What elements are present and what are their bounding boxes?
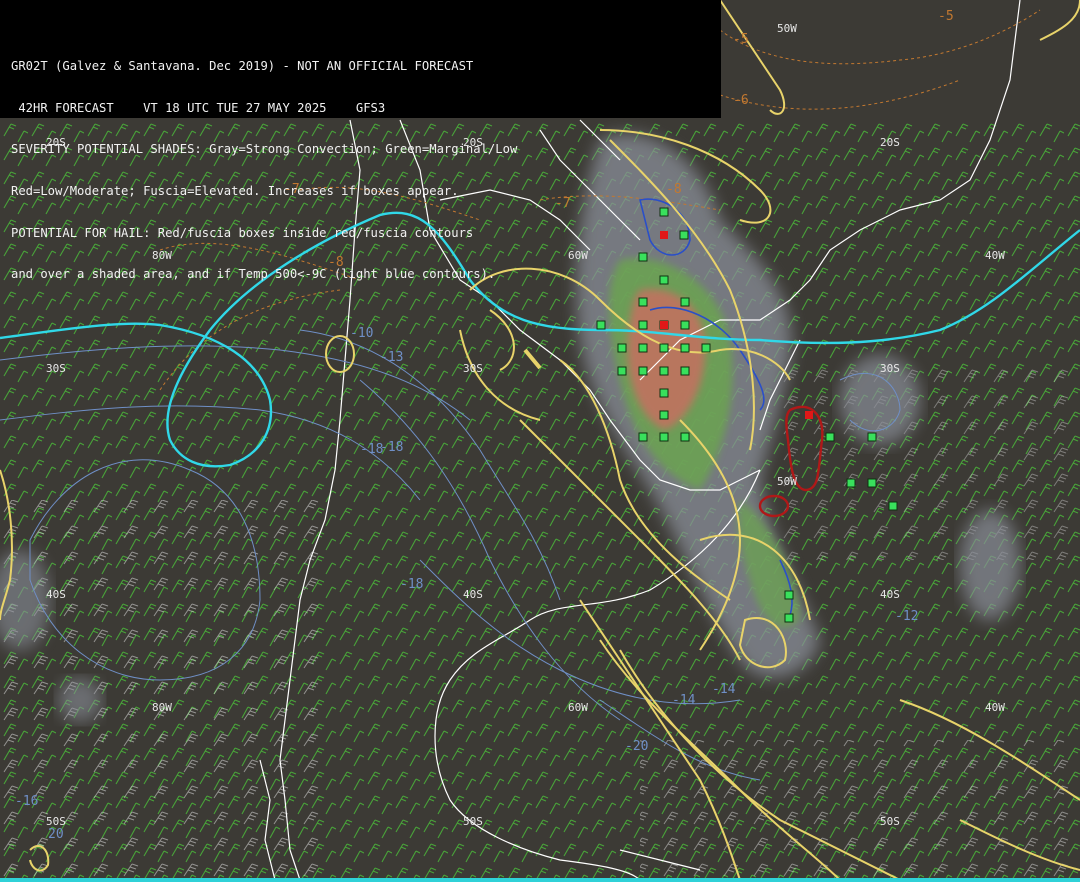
lat-label: 50S — [880, 815, 900, 828]
blue-contour-value: -13 — [380, 350, 403, 365]
hail-box — [638, 297, 648, 307]
hail-box — [825, 432, 835, 442]
blue-contour-value: -18 — [360, 442, 383, 457]
hail-box — [617, 366, 627, 376]
hail-box — [596, 320, 606, 330]
hail-box — [888, 501, 898, 511]
hail-box — [659, 432, 669, 442]
hail-box-red — [660, 321, 668, 329]
hail-box — [680, 432, 690, 442]
lat-label: 30S — [46, 362, 66, 375]
hail-box — [701, 343, 711, 353]
blue-contour-value: 20 — [48, 827, 64, 842]
hail-box — [680, 320, 690, 330]
hail-box — [638, 320, 648, 330]
blue-contour-value: -16 — [15, 794, 38, 809]
lat-label: 50S — [463, 815, 483, 828]
hail-box — [680, 343, 690, 353]
header-line-4: Red=Low/Moderate; Fuscia=Elevated. Incre… — [11, 183, 459, 198]
lat-label: 40S — [463, 588, 483, 601]
hail-box-red — [805, 411, 813, 419]
hail-box — [659, 343, 669, 353]
header-line-6: and over a shaded area, and if Temp 500<… — [11, 267, 496, 282]
blue-contour-value: -12 — [895, 609, 918, 624]
hail-box — [659, 388, 669, 398]
hail-box — [846, 478, 856, 488]
orange-contour-value: -5 — [733, 32, 749, 47]
lon-label: 40W — [985, 701, 1005, 714]
wind-barb-field-strong-east — [780, 360, 1080, 560]
header-line-5: POTENTIAL FOR HAIL: Red/fuscia boxes ins… — [11, 225, 474, 240]
header-line-3: SEVERITY POTENTIAL SHADES: Gray=Strong C… — [11, 142, 518, 157]
lon-label: 80W — [152, 701, 172, 714]
lat-label: 20S — [880, 136, 900, 149]
blue-contour-value: -18 — [400, 577, 423, 592]
header-line-1: GR02T (Galvez & Santavana. Dec 2019) - N… — [11, 58, 474, 73]
lon-label: 50W — [777, 475, 797, 488]
hail-box — [659, 410, 669, 420]
blue-contour-value: -14 — [712, 682, 736, 697]
hail-box — [617, 343, 627, 353]
hail-box — [680, 297, 690, 307]
hail-box — [638, 432, 648, 442]
hail-box — [867, 478, 877, 488]
forecast-header: GR02T (Galvez & Santavana. Dec 2019) - N… — [0, 0, 721, 281]
hail-box — [680, 366, 690, 376]
orange-contour-value: -6 — [733, 93, 749, 108]
hail-box — [638, 343, 648, 353]
hail-box — [659, 366, 669, 376]
orange-contour-value: -5 — [938, 9, 954, 24]
lat-label: 30S — [880, 362, 900, 375]
blue-contour-value: -20 — [625, 739, 648, 754]
hail-box — [784, 590, 794, 600]
blue-contour-value: -18 — [380, 440, 403, 455]
lon-label: 60W — [568, 701, 588, 714]
bottom-bar — [0, 878, 1080, 882]
blue-contour-value: -14 — [672, 693, 696, 708]
lat-label: 40S — [880, 588, 900, 601]
lon-label: 40W — [985, 249, 1005, 262]
lat-label: 30S — [463, 362, 483, 375]
hail-box — [638, 366, 648, 376]
header-line-2: 42HR FORECAST VT 18 UTC TUE 27 MAY 2025 … — [11, 100, 386, 115]
hail-box — [784, 613, 794, 623]
lat-label: 40S — [46, 588, 66, 601]
lon-label: 50W — [777, 22, 797, 35]
blue-contour-value: -10 — [350, 326, 373, 341]
hail-box — [867, 432, 877, 442]
